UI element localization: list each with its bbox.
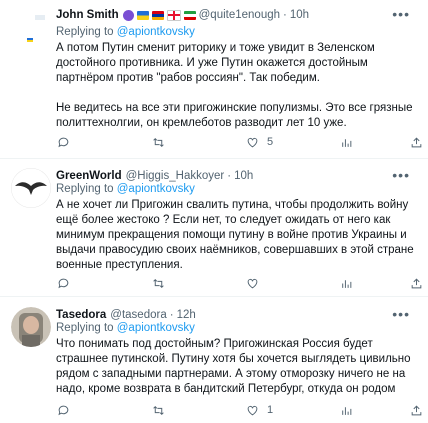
avatar-photo[interactable]	[11, 307, 51, 347]
separator: ·	[227, 170, 232, 182]
like-count: 1	[267, 404, 274, 416]
like-button[interactable]: 1	[246, 402, 273, 418]
timestamp[interactable]: 10h	[234, 170, 253, 182]
views-button[interactable]	[340, 402, 353, 418]
flag-georgia-icon	[166, 9, 181, 21]
like-count: 5	[267, 136, 274, 148]
share-icon	[411, 277, 422, 288]
views-icon	[342, 279, 352, 288]
more-icon[interactable]: •••	[392, 167, 410, 183]
tweet-text: Что понимать под достойным? Пригожинская…	[56, 338, 411, 395]
separator: ·	[169, 309, 174, 321]
reply-context: Replying to @apiontkovsky	[56, 322, 195, 334]
tweet-actions: 1	[56, 402, 422, 418]
flag-ukraine-icon	[136, 10, 149, 20]
tweet-text: А не хочет ли Пригожин свалить путина, ч…	[56, 199, 414, 271]
reply-button[interactable]	[57, 275, 70, 291]
tweet-header: John Smith @quite1enough · 10h •••	[56, 6, 418, 24]
views-icon	[342, 138, 352, 147]
share-button[interactable]	[410, 275, 423, 291]
timestamp[interactable]: 10h	[290, 9, 309, 21]
more-icon[interactable]: •••	[392, 6, 410, 22]
views-button[interactable]	[340, 275, 353, 291]
tweet[interactable]: John Smith @quite1enough · 10h ••• Reply…	[0, 0, 428, 159]
retweet-icon	[153, 405, 164, 415]
flag-armenia-icon	[151, 10, 164, 20]
tweet[interactable]: GreenWorld @Higgis_Hakkoyer · 10h ••• Re…	[0, 159, 428, 297]
reply-context: Replying to @apiontkovsky	[56, 26, 195, 38]
author-name[interactable]: Tasedora	[56, 309, 106, 321]
reply-mention-link[interactable]: @apiontkovsky	[117, 26, 195, 38]
reply-button[interactable]	[57, 402, 70, 418]
reply-prefix: Replying to	[56, 26, 114, 38]
reply-context: Replying to @apiontkovsky	[56, 183, 195, 195]
heart-icon	[247, 137, 258, 147]
tweet-text: А потом Путин сменит риторику и тоже уви…	[56, 42, 413, 129]
tweet-actions: 5	[56, 134, 422, 150]
reply-mention-link[interactable]: @apiontkovsky	[117, 183, 195, 195]
reply-prefix: Replying to	[56, 183, 114, 195]
reply-button[interactable]	[57, 134, 70, 150]
reply-mention-link[interactable]: @apiontkovsky	[117, 322, 195, 334]
views-button[interactable]	[340, 134, 353, 150]
author-handle[interactable]: @quite1enough	[199, 9, 280, 21]
share-icon	[411, 404, 422, 415]
author-handle[interactable]: @tasedora	[110, 309, 166, 321]
avatar-ukraine-flag[interactable]	[11, 6, 55, 42]
more-icon[interactable]: •••	[392, 306, 410, 322]
comment-icon	[58, 405, 69, 415]
flag-iran-icon	[183, 10, 196, 20]
comment-icon	[58, 137, 69, 147]
retweet-button[interactable]	[152, 134, 165, 150]
comment-icon	[58, 278, 69, 288]
author-name[interactable]: GreenWorld	[56, 170, 122, 182]
author-name[interactable]: John Smith	[56, 9, 119, 21]
heart-icon	[247, 278, 258, 288]
share-button[interactable]	[410, 402, 423, 418]
reply-prefix: Replying to	[56, 322, 114, 334]
tweet-actions	[56, 275, 422, 291]
views-icon	[342, 406, 352, 415]
share-icon	[411, 136, 422, 147]
timestamp[interactable]: 12h	[177, 309, 196, 321]
separator: ·	[283, 9, 287, 21]
badge-peace-icon	[122, 9, 134, 21]
share-button[interactable]	[410, 134, 423, 150]
heart-icon	[247, 405, 258, 415]
retweet-icon	[153, 137, 164, 147]
author-handle[interactable]: @Higgis_Hakkoyer	[126, 170, 225, 182]
like-button[interactable]	[246, 275, 267, 291]
like-button[interactable]: 5	[246, 134, 273, 150]
avatar-bird[interactable]	[11, 168, 51, 208]
retweet-button[interactable]	[152, 275, 165, 291]
retweet-button[interactable]	[152, 402, 165, 418]
tweet[interactable]: Tasedora @tasedora · 12h ••• Replying to…	[0, 297, 428, 423]
retweet-icon	[153, 278, 164, 288]
